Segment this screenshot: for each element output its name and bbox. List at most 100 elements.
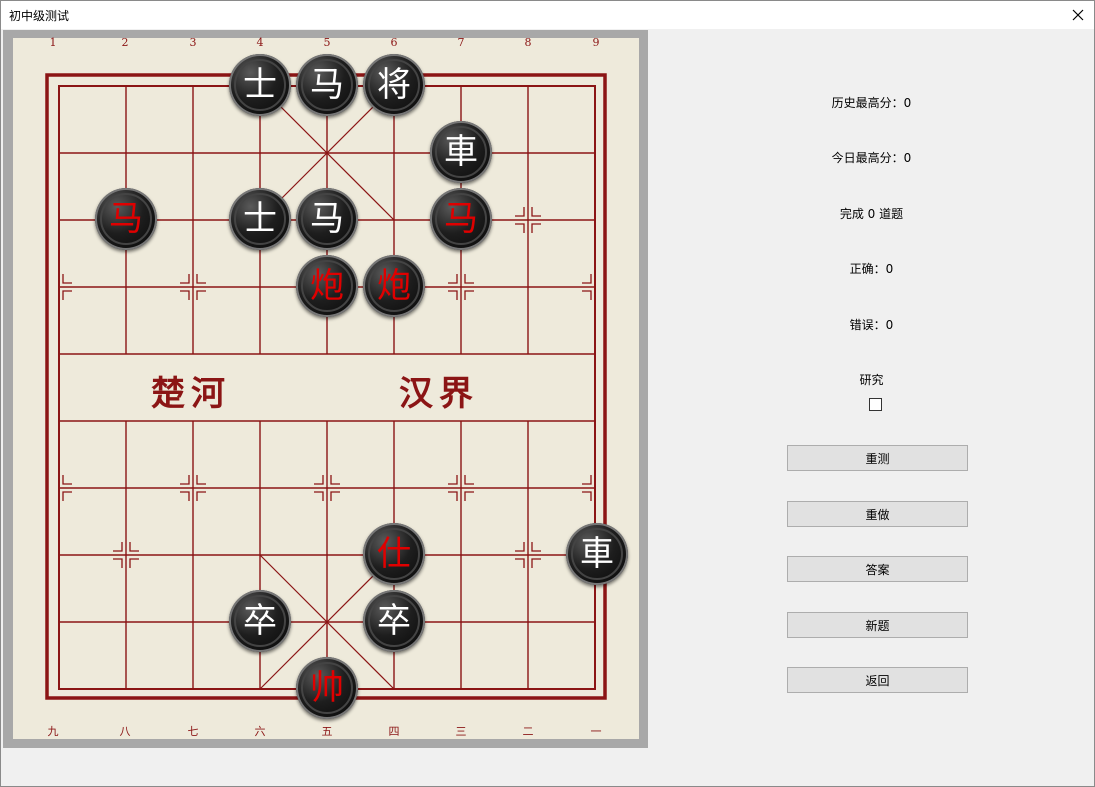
file-number-top: 9 <box>592 36 600 49</box>
study-checkbox[interactable] <box>869 398 882 411</box>
position-marker <box>129 558 139 568</box>
red-piece[interactable]: 马 <box>430 188 492 250</box>
piece-char: 炮 <box>377 266 411 306</box>
black-piece[interactable]: 将 <box>363 54 425 116</box>
position-marker <box>531 558 541 568</box>
redo-button[interactable]: 重做 <box>787 501 968 527</box>
history-best-score: 历史最高分：0 <box>831 96 912 110</box>
back-button[interactable]: 返回 <box>787 667 968 693</box>
piece-char: 马 <box>310 65 344 105</box>
today-best-score: 今日最高分：0 <box>831 151 912 165</box>
piece-char: 帅 <box>310 668 344 708</box>
black-piece[interactable]: 車 <box>566 523 628 585</box>
correct-count: 正确：0 <box>849 262 894 276</box>
close-button[interactable] <box>1062 1 1094 29</box>
position-marker <box>113 542 123 552</box>
position-marker <box>464 274 474 284</box>
red-piece[interactable]: 帅 <box>296 657 358 719</box>
side-panel: 历史最高分：0 今日最高分：0 完成 0 道题 正确：0 错误：0 研究 重测 … <box>649 30 1094 748</box>
position-marker <box>330 475 340 485</box>
position-marker <box>196 491 206 501</box>
position-marker <box>531 542 541 552</box>
file-number-bottom: 三 <box>455 725 467 738</box>
file-number-top: 5 <box>323 36 331 49</box>
piece-char: 马 <box>310 199 344 239</box>
position-marker <box>196 274 206 284</box>
position-marker <box>62 491 72 501</box>
position-marker <box>515 558 525 568</box>
file-number-top: 1 <box>49 36 57 49</box>
new-question-button[interactable]: 新题 <box>787 612 968 638</box>
piece-char: 炮 <box>310 266 344 306</box>
position-marker <box>582 491 592 501</box>
piece-char: 士 <box>243 65 277 105</box>
file-number-top: 8 <box>524 36 532 49</box>
file-number-top: 3 <box>189 36 197 49</box>
board-frame: 楚河 汉界 123456789九八七六五四三二一士马将車马士马马炮炮仕車卒卒帅 <box>3 30 648 748</box>
file-number-bottom: 七 <box>187 725 199 738</box>
board-outer-border <box>45 73 607 700</box>
black-piece[interactable]: 卒 <box>363 590 425 652</box>
piece-char: 士 <box>243 199 277 239</box>
black-piece[interactable]: 卒 <box>229 590 291 652</box>
position-marker <box>448 475 458 485</box>
red-piece[interactable]: 炮 <box>363 255 425 317</box>
file-number-top: 4 <box>256 36 264 49</box>
position-marker <box>314 475 324 485</box>
position-marker <box>531 223 541 233</box>
close-icon <box>1072 9 1084 21</box>
position-marker <box>180 290 190 300</box>
file-number-top: 6 <box>390 36 398 49</box>
piece-char: 仕 <box>377 534 411 574</box>
piece-char: 将 <box>377 65 411 105</box>
black-piece[interactable]: 马 <box>296 54 358 116</box>
red-piece[interactable]: 仕 <box>363 523 425 585</box>
file-number-bottom: 八 <box>119 725 131 738</box>
window-title: 初中级测试 <box>9 9 70 23</box>
position-marker <box>448 491 458 501</box>
study-label: 研究 <box>859 373 884 387</box>
position-marker <box>129 542 139 552</box>
file-number-bottom: 五 <box>321 725 333 738</box>
board-grid <box>45 73 607 700</box>
black-piece[interactable]: 車 <box>430 121 492 183</box>
position-marker <box>180 475 190 485</box>
piece-char: 卒 <box>377 601 411 641</box>
piece-char: 马 <box>444 199 478 239</box>
piece-char: 马 <box>109 199 143 239</box>
retest-button[interactable]: 重测 <box>787 445 968 471</box>
river-text-right: 汉界 <box>399 374 479 414</box>
file-number-bottom: 一 <box>590 725 602 738</box>
file-number-top: 7 <box>457 36 465 49</box>
position-marker <box>515 207 525 217</box>
position-marker <box>448 290 458 300</box>
position-marker <box>582 475 592 485</box>
red-piece[interactable]: 炮 <box>296 255 358 317</box>
position-marker <box>448 274 458 284</box>
answer-button[interactable]: 答案 <box>787 556 968 582</box>
file-number-bottom: 四 <box>388 725 400 738</box>
piece-char: 車 <box>444 132 478 172</box>
black-piece[interactable]: 士 <box>229 188 291 250</box>
file-number-top: 2 <box>121 36 129 49</box>
completed-count: 完成 0 道题 <box>839 207 904 221</box>
position-marker <box>196 475 206 485</box>
position-marker <box>113 558 123 568</box>
river-text-left: 楚河 <box>151 374 231 414</box>
position-marker <box>180 274 190 284</box>
position-marker <box>515 542 525 552</box>
black-piece[interactable]: 士 <box>229 54 291 116</box>
file-number-bottom: 九 <box>47 725 59 738</box>
title-bar: 初中级测试 <box>1 1 1094 29</box>
position-marker <box>330 491 340 501</box>
position-marker <box>62 475 72 485</box>
red-piece[interactable]: 马 <box>95 188 157 250</box>
chess-board[interactable]: 楚河 汉界 123456789九八七六五四三二一士马将車马士马马炮炮仕車卒卒帅 <box>13 36 639 739</box>
app-window: 初中级测试 楚河 汉界 123456789九八七六五四三二一士马将車马士马马炮炮… <box>0 0 1095 787</box>
black-piece[interactable]: 马 <box>296 188 358 250</box>
file-number-bottom: 六 <box>254 725 266 738</box>
position-marker <box>464 475 474 485</box>
position-marker <box>314 491 324 501</box>
wrong-count: 错误：0 <box>849 318 894 332</box>
piece-char: 卒 <box>243 601 277 641</box>
